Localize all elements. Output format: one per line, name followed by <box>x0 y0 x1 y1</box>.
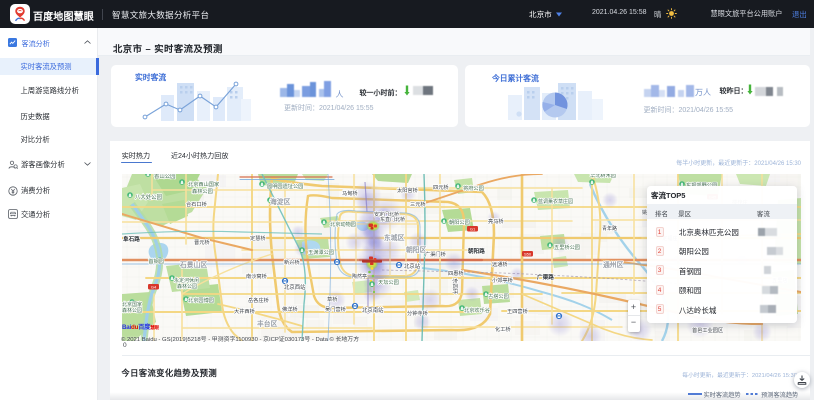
svg-text:S50: S50 <box>524 251 532 256</box>
svg-text:小郊亭桥: 小郊亭桥 <box>492 276 514 284</box>
svg-text:G1: G1 <box>470 226 476 231</box>
svg-text:香山公园: 香山公园 <box>154 174 176 180</box>
svg-text:朝阳路: 朝阳路 <box>468 247 485 255</box>
svg-text:南沙窝桥: 南沙窝桥 <box>246 272 268 280</box>
svg-text:朝阳区: 朝阳区 <box>406 245 427 254</box>
svg-text:森林公园: 森林公园 <box>122 307 142 314</box>
svg-text:东直门北桥: 东直门北桥 <box>380 216 405 223</box>
svg-text:陶然亭: 陶然亭 <box>352 273 367 280</box>
svg-text:东城区: 东城区 <box>384 233 405 242</box>
svg-text:古塔公园: 古塔公园 <box>488 292 509 300</box>
svg-text:大井西桥: 大井西桥 <box>234 307 256 315</box>
svg-text:四元桥: 四元桥 <box>433 183 449 191</box>
svg-text:四惠桥: 四惠桥 <box>448 269 464 277</box>
svg-text:北京南站: 北京南站 <box>362 306 384 314</box>
svg-text:青年路: 青年路 <box>602 225 617 232</box>
svg-text:分钟寺桥: 分钟寺桥 <box>407 309 429 317</box>
svg-text:三元桥: 三元桥 <box>410 200 426 208</box>
svg-text:蓝调薰衣草庄园: 蓝调薰衣草庄园 <box>538 198 573 205</box>
svg-text:首钢园: 首钢园 <box>148 257 164 265</box>
svg-text:北京欢乐谷: 北京欢乐谷 <box>464 306 491 314</box>
svg-text:五里桥公园: 五里桥公园 <box>554 243 580 251</box>
svg-text:华北树木园: 华北树木园 <box>590 174 616 179</box>
svg-text:合石口桥: 合石口桥 <box>186 200 208 208</box>
svg-text:晋元桥: 晋元桥 <box>194 238 210 246</box>
svg-text:佛洋桥: 佛洋桥 <box>282 305 298 313</box>
svg-text:草桥: 草桥 <box>327 295 338 303</box>
svg-text:八大处公园: 八大处公园 <box>135 193 162 201</box>
svg-text:将府公园: 将府公园 <box>463 184 484 192</box>
svg-text:圆明园遗址公园: 圆明园遗址公园 <box>267 182 303 190</box>
svg-text:广渠路: 广渠路 <box>537 273 554 281</box>
svg-text:化工桥: 化工桥 <box>495 325 511 333</box>
svg-text:玉渊潭公园: 玉渊潭公园 <box>308 248 334 256</box>
svg-text:北京西山国家: 北京西山国家 <box>188 180 219 188</box>
svg-text:马甸桥: 马甸桥 <box>342 189 358 197</box>
svg-text:亮马桥: 亮马桥 <box>488 217 504 225</box>
svg-text:北京园博园: 北京园博园 <box>188 296 214 304</box>
svg-text:G4: G4 <box>151 284 157 289</box>
svg-text:新兴桥: 新兴桥 <box>284 258 300 266</box>
svg-text:定慧桥: 定慧桥 <box>250 234 266 242</box>
svg-text:东四环: 东四环 <box>451 278 459 295</box>
svg-text:岳各庄桥: 岳各庄桥 <box>248 296 270 304</box>
svg-text:王四营桥: 王四营桥 <box>507 307 529 315</box>
svg-text:远通桥: 远通桥 <box>492 260 508 268</box>
svg-text:北京动物园: 北京动物园 <box>330 220 356 228</box>
svg-text:北京站: 北京站 <box>404 262 421 270</box>
svg-text:永定河休闲: 永定河休闲 <box>174 277 199 284</box>
svg-text:朝阳公园: 朝阳公园 <box>449 218 470 226</box>
svg-text:海淀区: 海淀区 <box>270 197 291 206</box>
svg-text:阜石路: 阜石路 <box>123 235 140 243</box>
svg-text:森林公园: 森林公园 <box>177 283 197 290</box>
svg-text:石景山区: 石景山区 <box>179 260 207 269</box>
svg-text:首邑工业园区: 首邑工业园区 <box>692 326 723 334</box>
svg-text:北京国家: 北京国家 <box>122 301 142 308</box>
svg-text:吴门营桥: 吴门营桥 <box>325 305 347 313</box>
svg-text:通州区: 通州区 <box>603 260 624 269</box>
svg-text:丰台区: 丰台区 <box>257 319 278 328</box>
svg-text:森林公园: 森林公园 <box>192 187 213 195</box>
svg-text:广渠门桥: 广渠门桥 <box>425 250 447 258</box>
svg-text:太阳宫桥: 太阳宫桥 <box>397 186 419 194</box>
svg-text:天坛公园: 天坛公园 <box>378 279 399 286</box>
svg-text:北京西站: 北京西站 <box>284 283 306 291</box>
